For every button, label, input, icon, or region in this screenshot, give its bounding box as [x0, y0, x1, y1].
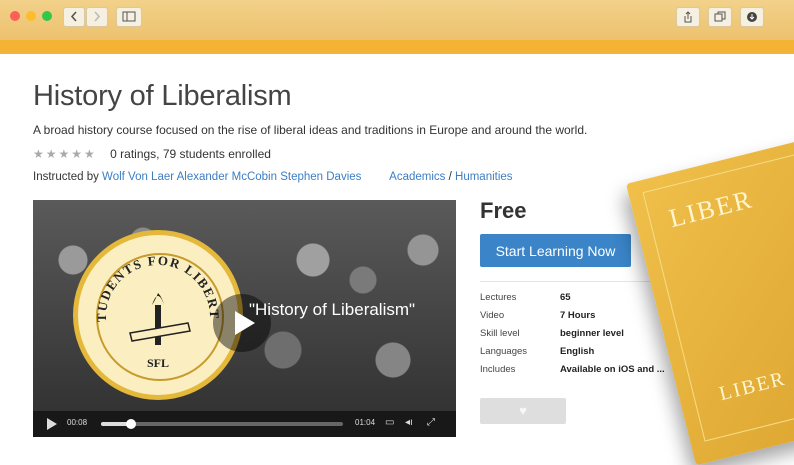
seal-top-text: STUDENTS FOR LIBERTY [78, 235, 221, 322]
fullscreen-icon[interactable]: ⤢ [427, 417, 435, 428]
back-button[interactable] [63, 7, 85, 27]
seal-bottom-text: SFL [147, 356, 169, 370]
chevron-right-icon [94, 11, 101, 22]
rating-summary: 0 ratings, 79 students enrolled [110, 147, 271, 161]
captions-icon[interactable]: ▭ [385, 417, 394, 428]
share-icon [684, 11, 692, 23]
seek-handle[interactable] [126, 419, 137, 429]
forward-button[interactable] [86, 7, 108, 27]
close-window-button[interactable] [10, 11, 20, 21]
video-title-overlay: "History of Liberalism" [249, 300, 416, 319]
rating-stars-icon[interactable]: ★★★★★ [33, 147, 97, 161]
category-link[interactable]: Academics [389, 171, 445, 183]
torch-icon [129, 293, 191, 345]
instructor-line: Instructed by Wolf Von Laer Alexander Mc… [33, 171, 513, 183]
instructor-link[interactable]: Wolf Von Laer [102, 171, 174, 183]
tabs-icon [714, 11, 726, 22]
svg-text:STUDENTS FOR LIBERTY: STUDENTS FOR LIBERTY [78, 235, 222, 322]
info-row-includes: Includes Available on iOS and ... [480, 364, 665, 375]
download-icon [747, 12, 757, 22]
sidebar-icon [122, 11, 136, 22]
volume-icon[interactable]: ◂ı [405, 417, 413, 428]
category-separator: / [448, 171, 452, 183]
site-header-strip [0, 40, 794, 54]
downloads-button[interactable] [740, 7, 764, 27]
course-title: History of Liberalism [33, 80, 292, 112]
browser-toolbar [0, 0, 794, 44]
zoom-window-button[interactable] [42, 11, 52, 21]
instructor-link[interactable]: Stephen Davies [280, 171, 361, 183]
divider [480, 281, 660, 282]
wishlist-button[interactable]: ♥ [480, 398, 566, 424]
start-learning-button[interactable]: Start Learning Now [480, 234, 631, 267]
chevron-left-icon [70, 11, 77, 22]
seek-bar[interactable] [101, 419, 343, 429]
instructor-link[interactable]: Alexander McCobin [177, 171, 277, 183]
price-label: Free [480, 198, 527, 223]
video-player[interactable]: STUDENTS FOR LIBERTY SFL "History of Lib… [33, 200, 456, 437]
video-controls: 00:08 01:04 ▭ ◂ı ⤢ [33, 411, 456, 437]
duration-time: 01:04 [355, 418, 376, 427]
instructed-by-label: Instructed by [33, 171, 99, 183]
share-button[interactable] [676, 7, 700, 27]
minimize-window-button[interactable] [26, 11, 36, 21]
sidebar-button[interactable] [116, 7, 142, 27]
course-page: History of Liberalism A broad history co… [0, 54, 794, 465]
course-rating: ★★★★★ 0 ratings, 79 students enrolled [33, 147, 271, 161]
course-description: A broad history course focused on the ri… [33, 123, 588, 137]
subcategory-link[interactable]: Humanities [455, 171, 513, 183]
heart-icon: ♥ [519, 403, 527, 418]
tabs-overview-button[interactable] [708, 7, 732, 27]
play-icon[interactable] [47, 418, 57, 430]
current-time: 00:08 [67, 418, 88, 427]
